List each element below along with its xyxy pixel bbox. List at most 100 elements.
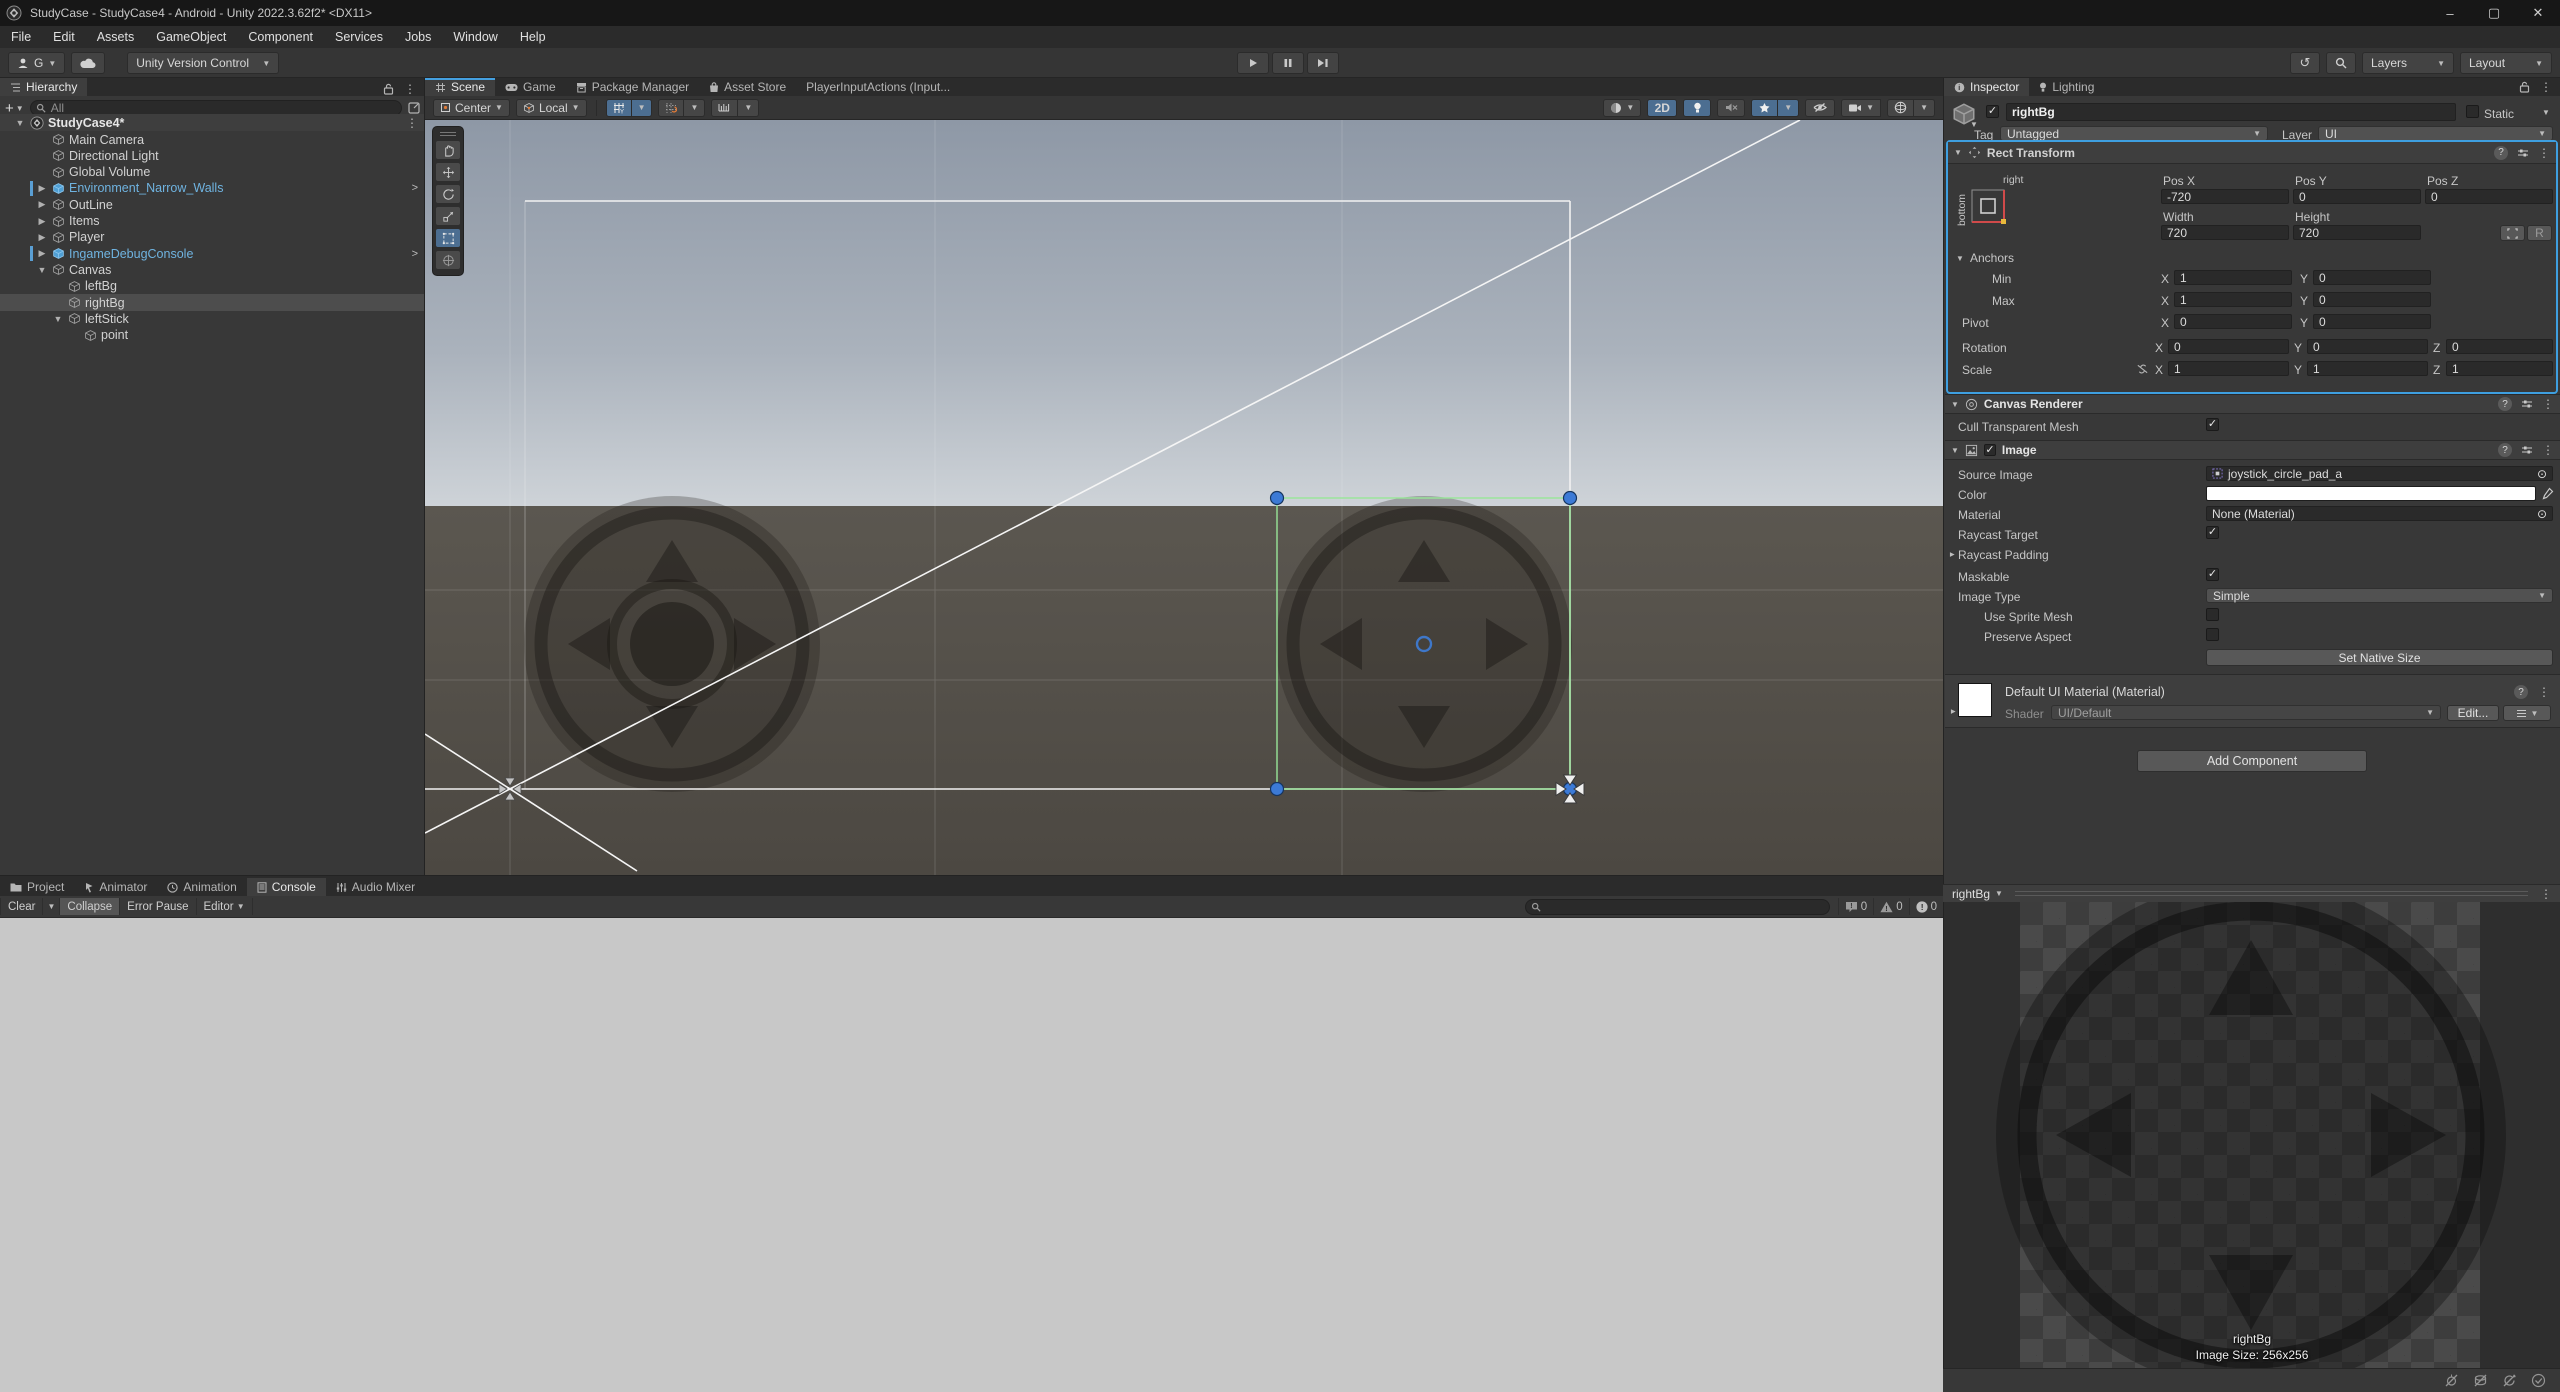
anchor-max-y-field[interactable]: 0 [2313, 292, 2431, 307]
tab-package-manager[interactable]: Package Manager [566, 78, 699, 96]
eyedropper-icon[interactable] [2542, 487, 2554, 500]
prefab-open-chevron[interactable]: > [412, 182, 418, 194]
menu-item-edit[interactable]: Edit [42, 30, 86, 44]
hierarchy-item-Main Camera[interactable]: Main Camera [0, 131, 425, 148]
hierarchy-item-leftBg[interactable]: leftBg [0, 278, 425, 295]
frame-window-icon[interactable] [408, 102, 420, 114]
tab-playerinputactions-input[interactable]: PlayerInputActions (Input... [796, 78, 960, 96]
tab-audio-mixer[interactable]: Audio Mixer [326, 878, 425, 896]
tab-project[interactable]: Project [0, 878, 74, 896]
play-button[interactable] [1237, 52, 1269, 74]
hierarchy-item-Environment_Narrow_Walls[interactable]: ▶Environment_Narrow_Walls> [0, 180, 425, 197]
draw-mode-dropdown[interactable]: ▼ [1603, 99, 1641, 117]
menu-item-file[interactable]: File [0, 30, 42, 44]
scene-camera-button[interactable]: ▼ [1841, 99, 1881, 117]
scale-tool-button[interactable] [435, 206, 461, 226]
compile-status-icon[interactable] [2531, 1373, 2546, 1388]
maskable-checkbox[interactable]: ✓ [2206, 568, 2219, 581]
anchor-preset-button[interactable] [1970, 188, 2006, 224]
hierarchy-item-leftStick[interactable]: ▼leftStick [0, 310, 425, 327]
anchor-min-x-field[interactable]: 1 [2174, 270, 2292, 285]
help-icon[interactable]: ? [2494, 146, 2508, 160]
scene-effects-dropdown[interactable]: ▼ [1778, 99, 1799, 117]
tab-asset-store[interactable]: Asset Store [699, 78, 796, 96]
menu-item-window[interactable]: Window [442, 30, 508, 44]
overlay-drag-handle[interactable] [435, 130, 461, 138]
hierarchy-scene-row[interactable]: ▼ StudyCase4* ⋮ [0, 114, 425, 131]
tab-lighting[interactable]: Lighting [2029, 78, 2104, 96]
foldout-expanded-icon[interactable]: ▼ [36, 265, 48, 275]
shader-edit-button[interactable]: Edit... [2447, 705, 2499, 721]
static-dropdown-icon[interactable]: ▼ [2542, 108, 2550, 117]
image-component-header[interactable]: ▼ ✓ Image ? ⋮ [1945, 440, 2560, 460]
measure-tool-button[interactable] [711, 99, 738, 117]
transform-tool-button[interactable] [435, 250, 461, 270]
foldout-expanded-icon[interactable]: ▼ [1954, 148, 1962, 157]
console-log-area[interactable] [0, 918, 1943, 1392]
kebab-menu-icon[interactable]: ⋮ [2540, 80, 2552, 94]
scene-effects-toggle[interactable] [1751, 99, 1778, 117]
console-collapse-toggle[interactable]: Collapse [60, 898, 120, 915]
account-button[interactable]: G▼ [8, 52, 65, 74]
layers-dropdown[interactable]: Layers▼ [2362, 52, 2454, 74]
lock-icon[interactable] [383, 83, 394, 95]
foldout-expanded-icon[interactable]: ▼ [1951, 400, 1959, 409]
undo-history-button[interactable]: ↺ [2290, 52, 2320, 74]
scene-gizmo-dropdown[interactable]: ▼ [1914, 99, 1935, 117]
foldout-collapsed-icon[interactable]: ▶ [36, 248, 48, 259]
foldout-collapsed-icon[interactable]: ▶ [36, 183, 48, 194]
cache-layers-icon[interactable] [2473, 1373, 2488, 1388]
kebab-menu-icon[interactable]: ⋮ [2538, 146, 2550, 160]
pos-y-field[interactable]: 0 [2293, 189, 2421, 204]
rotation-y-field[interactable]: 0 [2307, 339, 2428, 354]
search-button[interactable] [2326, 52, 2356, 74]
menu-item-services[interactable]: Services [324, 30, 394, 44]
hierarchy-item-Global Volume[interactable]: Global Volume [0, 164, 425, 181]
preserve-aspect-checkbox[interactable] [2206, 628, 2219, 641]
prefab-open-chevron[interactable]: > [412, 248, 418, 260]
set-native-size-button[interactable]: Set Native Size [2206, 649, 2553, 666]
tab-scene[interactable]: Scene [425, 78, 495, 96]
console-clear-dropdown[interactable]: ▼ [43, 898, 60, 915]
pause-button[interactable] [1272, 52, 1304, 74]
corner-handle-bl[interactable] [1271, 783, 1284, 796]
kebab-menu-icon[interactable]: ⋮ [2540, 887, 2552, 901]
layer-dropdown[interactable]: UI▼ [2318, 126, 2553, 141]
hierarchy-item-IngameDebugConsole[interactable]: ▶IngameDebugConsole> [0, 245, 425, 262]
left-joystick-pad[interactable] [524, 496, 820, 792]
pivot-x-field[interactable]: 0 [2174, 314, 2292, 329]
raycast-target-checkbox[interactable]: ✓ [2206, 526, 2219, 539]
hierarchy-item-Canvas[interactable]: ▼Canvas [0, 261, 425, 278]
object-name-field[interactable]: rightBg [2006, 103, 2456, 121]
tag-dropdown[interactable]: Untagged▼ [2000, 126, 2268, 141]
maximize-button[interactable]: ▢ [2472, 0, 2516, 26]
foldout-collapsed-icon[interactable]: ▼ [1948, 708, 1957, 716]
increment-snap-dropdown[interactable]: ▼ [684, 99, 705, 117]
console-search-input[interactable] [1525, 899, 1830, 915]
menu-item-gameobject[interactable]: GameObject [145, 30, 237, 44]
rotation-z-field[interactable]: 0 [2446, 339, 2553, 354]
shader-dropdown[interactable]: UI/Default▼ [2051, 705, 2441, 720]
scene-gizmo-button[interactable] [1887, 99, 1914, 117]
help-icon[interactable]: ? [2514, 685, 2528, 699]
view-tool-button[interactable] [435, 140, 461, 160]
cull-transparent-mesh-checkbox[interactable]: ✓ [2206, 418, 2219, 431]
image-type-dropdown[interactable]: Simple▼ [2206, 588, 2553, 603]
grid-snap-toggle[interactable]: Y [606, 99, 632, 117]
help-icon[interactable]: ? [2498, 397, 2512, 411]
kebab-menu-icon[interactable]: ⋮ [2542, 443, 2554, 457]
tab-inspector[interactable]: iInspector [1944, 78, 2029, 96]
kebab-menu-icon[interactable]: ⋮ [2538, 685, 2550, 699]
scale-z-field[interactable]: 1 [2446, 361, 2553, 376]
menu-item-assets[interactable]: Assets [86, 30, 146, 44]
hierarchy-item-rightBg[interactable]: rightBg [0, 294, 425, 311]
foldout-collapsed-icon[interactable]: ▶ [36, 216, 48, 227]
grid-snap-dropdown[interactable]: ▼ [632, 99, 653, 117]
foldout-collapsed-icon[interactable]: ▶ [36, 232, 48, 243]
material-swatch[interactable] [1958, 683, 1992, 717]
rotate-tool-button[interactable] [435, 184, 461, 204]
2d-toggle[interactable]: 2D [1647, 99, 1677, 117]
source-image-field[interactable]: joystick_circle_pad_a ⊙ [2206, 466, 2553, 481]
foldout-collapsed-icon[interactable]: ▶ [36, 199, 48, 210]
preview-drag-handle[interactable] [2015, 891, 2528, 896]
